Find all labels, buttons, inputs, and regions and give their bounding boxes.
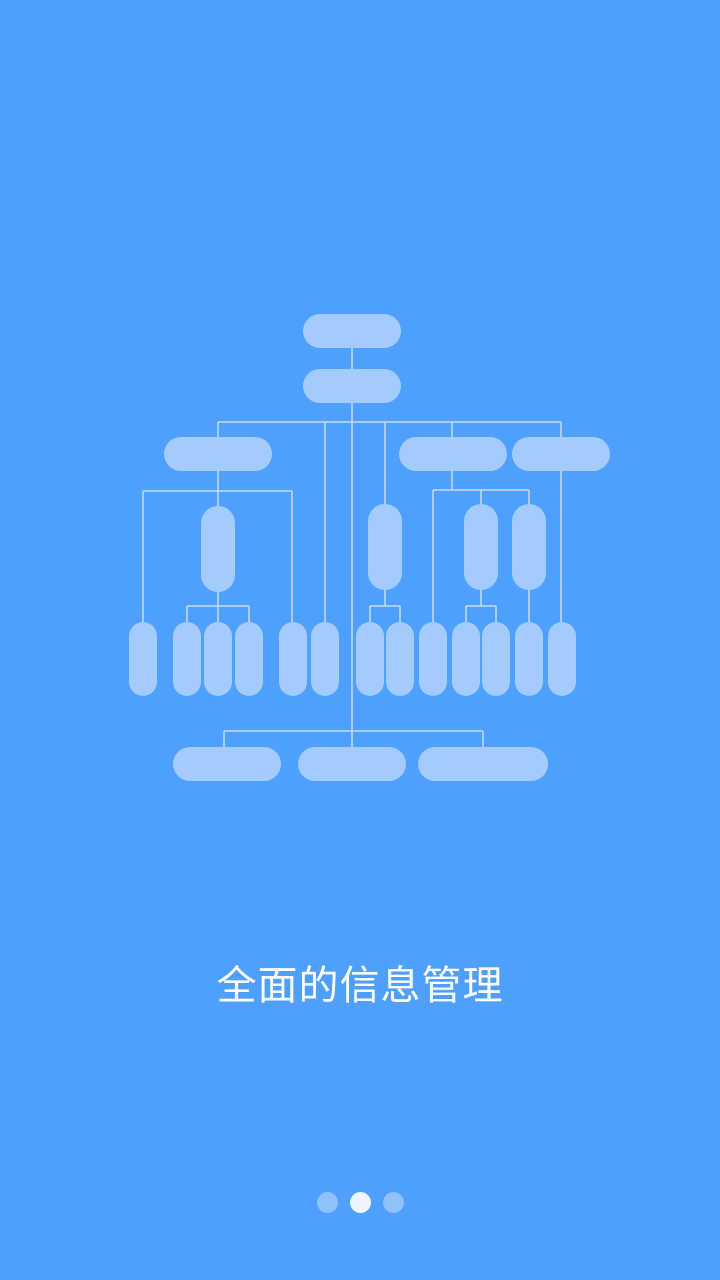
node-bottom-1: [173, 747, 281, 781]
onboarding-screen: 全面的信息管理: [0, 0, 720, 1280]
leaf-2: [173, 622, 201, 696]
org-chart-illustration: [129, 314, 610, 781]
node-bottom-3: [418, 747, 548, 781]
node-right-branch-a: [399, 437, 507, 471]
leaf-9: [419, 622, 447, 696]
page-dot-2-active[interactable]: [349, 1191, 371, 1213]
page-dot-1[interactable]: [316, 1191, 338, 1213]
node-left-branch: [164, 437, 272, 471]
leaf-8: [386, 622, 414, 696]
leaf-12: [515, 622, 543, 696]
leaf-13: [548, 622, 576, 696]
leaf-7: [356, 622, 384, 696]
node-bottom-2: [298, 747, 406, 781]
leaf-5: [279, 622, 307, 696]
leaf-11: [482, 622, 510, 696]
node-second: [303, 369, 401, 403]
leaf-10: [452, 622, 480, 696]
node-right-mid-b: [512, 504, 546, 590]
leaf-4: [235, 622, 263, 696]
leaf-6: [311, 622, 339, 696]
node-right-branch-b: [512, 437, 610, 471]
page-dot-3[interactable]: [382, 1191, 404, 1213]
leaf-1: [129, 622, 157, 696]
leaf-3: [204, 622, 232, 696]
page-indicator[interactable]: [0, 1190, 720, 1214]
node-top: [303, 314, 401, 348]
node-center-mid: [368, 504, 402, 590]
chart-nodes: [129, 314, 610, 781]
node-left-mid: [201, 506, 235, 592]
onboarding-caption: 全面的信息管理: [216, 963, 504, 1009]
node-right-mid-a: [464, 504, 498, 590]
